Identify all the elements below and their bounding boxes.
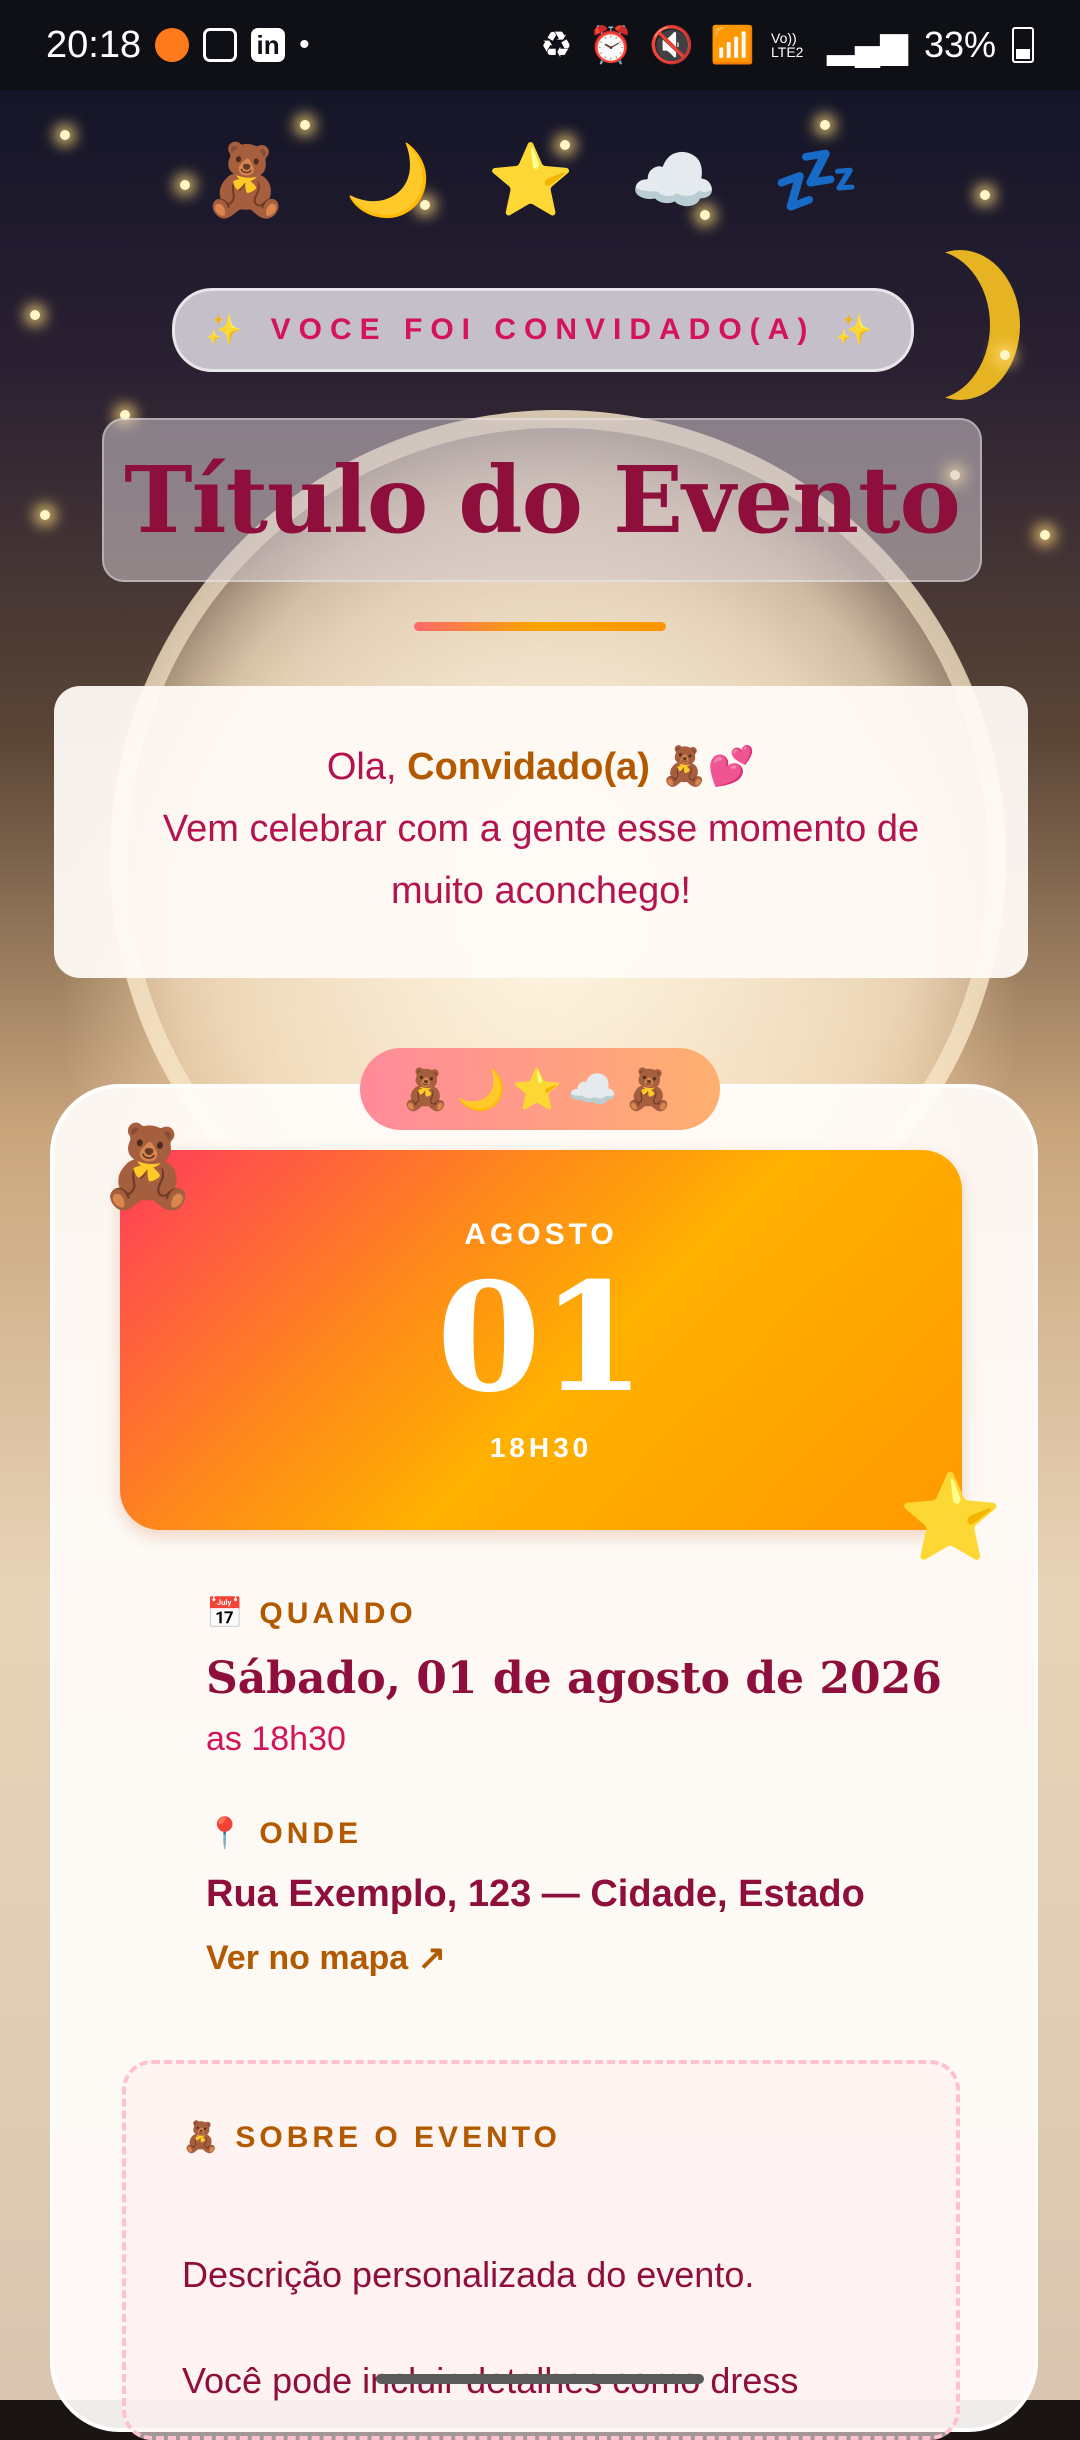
home-indicator[interactable] (376, 2374, 704, 2384)
title-underline (414, 622, 666, 631)
sparkles-icon: ✨ (205, 313, 251, 347)
dot-icon: • (299, 28, 310, 61)
greeting-card: Ola, Convidado(a) 🧸💕 Vem celebrar com a … (54, 686, 1028, 978)
wifi-icon: 📶 (710, 24, 756, 65)
alarm-icon: ⏰ (588, 24, 634, 65)
date-card: AGOSTO 01 18H30 (120, 1150, 962, 1530)
title-box: Título do Evento (102, 418, 982, 582)
status-time: 20:18 (46, 23, 142, 66)
when-date: Sábado, 01 de agosto de 2026 (206, 1653, 942, 1704)
greeting-emojis: 🧸💕 (660, 746, 756, 788)
volte-icon: Vo)) LTE2 (771, 30, 804, 60)
linkedin-icon: in (251, 28, 286, 62)
map-link[interactable]: Ver no mapa ↗ (206, 1938, 446, 1978)
battery-level: 33% (923, 24, 996, 65)
where-label: ONDE (259, 1816, 363, 1850)
date-time: 18H30 (489, 1432, 593, 1463)
guest-name: Convidado(a) (407, 746, 650, 788)
sparkles-icon: ✨ (835, 313, 881, 347)
date-month: AGOSTO (464, 1218, 618, 1251)
calendar-icon: 📅 (206, 1597, 248, 1630)
teddy-bear-icon: 🧸 (182, 2121, 224, 2154)
event-title: Título do Evento (124, 446, 961, 554)
battery-saver-icon: ♻ (540, 24, 573, 65)
where-section: 📍 ONDE Rua Exemplo, 123 — Cidade, Estado… (206, 1816, 865, 1978)
card-emoji-badge: 🧸🌙⭐☁️🧸 (360, 1048, 720, 1130)
when-section: 📅 QUANDO Sábado, 01 de agosto de 2026 as… (206, 1596, 942, 1759)
teddy-bear-icon: 🧸 (98, 1122, 198, 1211)
when-label: QUANDO (259, 1596, 417, 1630)
signal-icon: ▂▄▆ (827, 24, 908, 65)
header-emoji-row: 🧸 🌙 ⭐ ☁️ 💤 (202, 141, 878, 219)
star-icon: ⭐ (898, 1470, 1003, 1564)
battery-icon (1012, 27, 1034, 63)
where-address: Rua Exemplo, 123 — Cidade, Estado (206, 1873, 865, 1915)
gallery-icon (203, 28, 238, 62)
invite-text: VOCE FOI CONVIDADO(A) (270, 313, 816, 346)
invite-badge: ✨ VOCE FOI CONVIDADO(A) ✨ (172, 288, 914, 372)
mute-icon: 🔇 (649, 24, 695, 65)
greeting-message: Vem celebrar com a gente esse momento de… (162, 808, 920, 912)
greeting-prefix: Ola, (326, 746, 397, 788)
about-label: SOBRE O EVENTO (235, 2120, 561, 2154)
date-day: 01 (436, 1250, 646, 1426)
status-bar: 20:18 in • ♻ ⏰ 🔇 📶 Vo)) LTE2 ▂▄▆ 33% (0, 0, 1080, 90)
about-text: Descrição personalizada do evento. (182, 2254, 755, 2295)
orange-app-icon (155, 28, 190, 62)
when-time: as 18h30 (206, 1720, 346, 1758)
location-pin-icon: 📍 (206, 1817, 248, 1850)
